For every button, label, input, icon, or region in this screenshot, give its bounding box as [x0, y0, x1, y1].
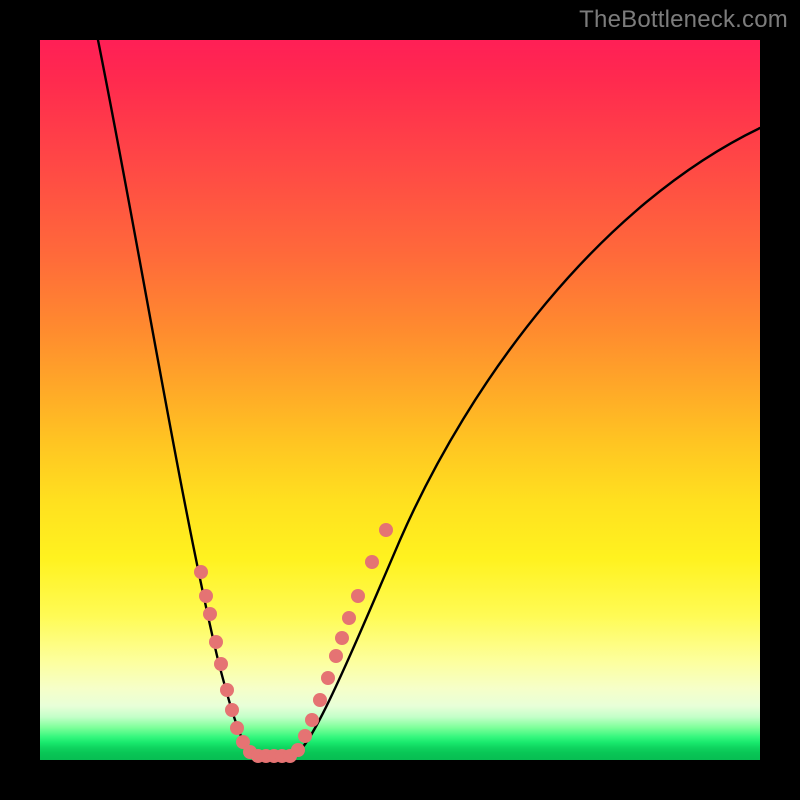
watermark-text: TheBottleneck.com — [579, 6, 788, 34]
scatter-point — [351, 589, 365, 603]
scatter-point — [220, 683, 234, 697]
scatter-point — [291, 743, 305, 757]
bottleneck-curve-svg — [40, 40, 760, 760]
scatter-point — [379, 523, 393, 537]
scatter-point — [203, 607, 217, 621]
scatter-point — [321, 671, 335, 685]
scatter-point — [329, 649, 343, 663]
scatter-group — [194, 523, 393, 763]
scatter-point — [225, 703, 239, 717]
scatter-point — [298, 729, 312, 743]
scatter-point — [214, 657, 228, 671]
scatter-point — [209, 635, 223, 649]
curve-group — [98, 40, 760, 755]
curve-segment-left — [98, 40, 256, 755]
chart-frame: TheBottleneck.com — [0, 0, 800, 800]
scatter-point — [230, 721, 244, 735]
scatter-point — [194, 565, 208, 579]
scatter-point — [313, 693, 327, 707]
scatter-point — [199, 589, 213, 603]
scatter-point — [365, 555, 379, 569]
scatter-point — [335, 631, 349, 645]
scatter-point — [305, 713, 319, 727]
scatter-point — [342, 611, 356, 625]
curve-segment-right — [292, 128, 760, 755]
